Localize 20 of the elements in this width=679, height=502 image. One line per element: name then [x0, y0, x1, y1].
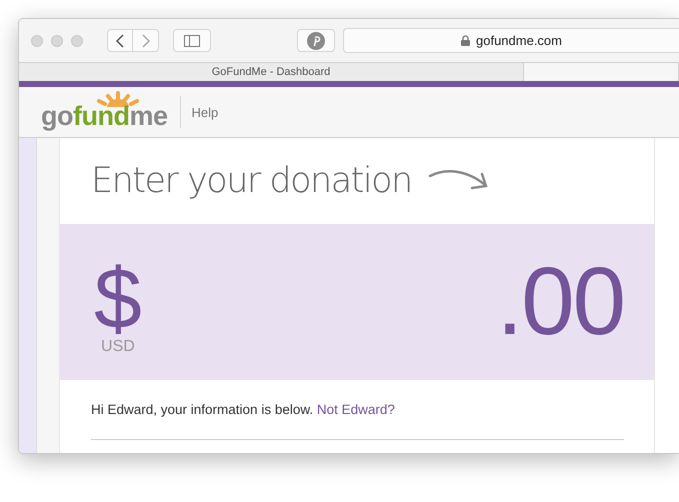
gofundme-logo[interactable]: gofundme — [41, 91, 170, 133]
pin-extension-button[interactable] — [297, 29, 335, 52]
lock-icon — [461, 35, 470, 46]
help-link[interactable]: Help — [192, 104, 218, 120]
currency-code: USD — [101, 338, 135, 356]
amount-field[interactable]: .00 — [496, 252, 624, 352]
donation-heading: Enter your donation — [91, 161, 412, 201]
url-text: gofundme.com — [476, 33, 562, 48]
chevron-right-icon — [142, 34, 150, 48]
zoom-button[interactable] — [71, 34, 83, 46]
minimize-button[interactable] — [51, 34, 63, 46]
back-button[interactable] — [107, 29, 133, 52]
close-button[interactable] — [31, 34, 43, 46]
sidebar-icon — [184, 34, 200, 46]
chevron-left-icon — [116, 34, 124, 48]
p-circle-icon — [307, 32, 325, 50]
sidebar-button[interactable] — [173, 29, 211, 52]
not-edward-link[interactable]: Not Edward? — [316, 402, 395, 417]
greeting-text: Hi Edward, your information is below. Not Edward? — [91, 402, 396, 417]
address-bar[interactable]: gofundme.com — [343, 28, 679, 53]
